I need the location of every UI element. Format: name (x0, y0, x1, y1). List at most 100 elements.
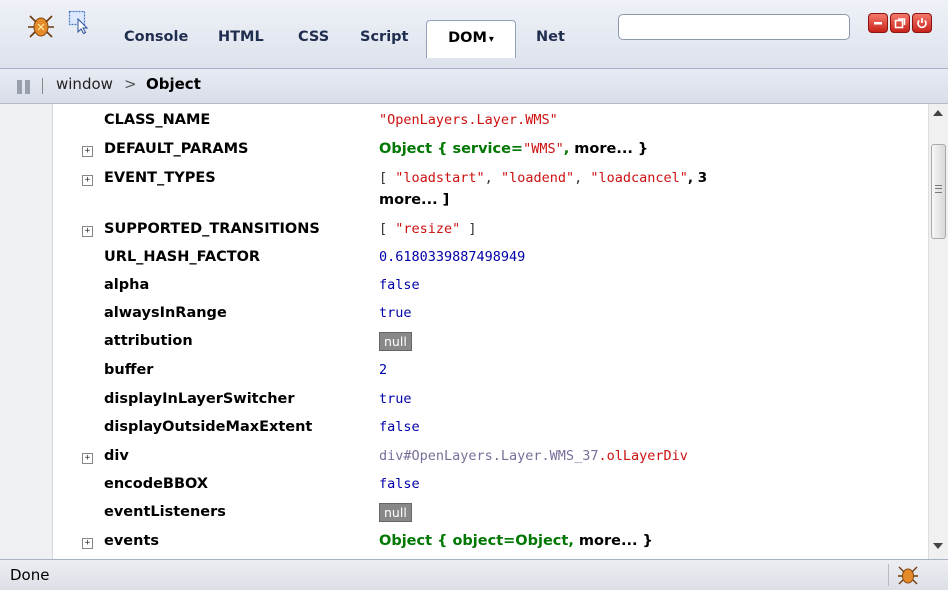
dom-row[interactable]: alpha false (52, 277, 928, 299)
property-value[interactable]: 2 (379, 362, 387, 378)
property-name: displayInLayerSwitcher (104, 391, 295, 407)
scrollbar-thumb[interactable] (931, 144, 946, 239)
dom-row[interactable]: + div div#OpenLayers.Layer.WMS_37.olLaye… (52, 448, 928, 470)
property-value[interactable]: "OpenLayers.Layer.WMS" (379, 112, 558, 128)
expand-icon[interactable]: + (82, 453, 93, 464)
value-part: object=Object (452, 533, 569, 549)
property-name: alwaysInRange (104, 305, 227, 321)
breadcrumb-separator: > (124, 75, 137, 93)
value-part: Object { (379, 533, 453, 549)
restore-button[interactable] (890, 13, 910, 33)
restore-icon (894, 18, 906, 29)
dom-row[interactable]: CLASS_NAME "OpenLayers.Layer.WMS" (52, 112, 928, 134)
property-name: div (104, 448, 129, 464)
firebug-icon[interactable] (26, 10, 56, 40)
tab-css[interactable]: CSS (290, 20, 337, 54)
dom-row[interactable]: eventListeners null (52, 503, 928, 526)
firebug-status-icon[interactable] (896, 563, 920, 587)
value-part: , (574, 170, 591, 186)
property-value[interactable]: true (379, 305, 412, 321)
property-value[interactable]: [ "resize" ] (379, 221, 477, 237)
chevron-down-icon[interactable]: ▾ (489, 34, 494, 45)
property-name: EVENT_TYPES (104, 170, 216, 186)
dom-row[interactable]: + DEFAULT_PARAMS Object { service="WMS",… (52, 141, 928, 163)
minimize-button[interactable] (868, 13, 888, 33)
tab-dom-label: DOM (448, 30, 487, 46)
tab-html[interactable]: HTML (210, 20, 272, 54)
property-value[interactable]: null (379, 332, 412, 351)
close-button[interactable] (912, 13, 932, 33)
value-part: , (568, 533, 579, 549)
dom-row[interactable]: displayInLayerSwitcher true (52, 391, 928, 413)
value-part: "loadcancel" (590, 170, 688, 186)
status-text: Done (10, 566, 50, 584)
breadcrumb-current[interactable]: Object (146, 75, 201, 93)
property-name: alpha (104, 277, 150, 293)
tab-dom[interactable]: DOM ▾ (426, 20, 516, 58)
expand-icon[interactable]: + (82, 175, 93, 186)
value-part: service= (452, 141, 524, 157)
property-name: CLASS_NAME (104, 112, 211, 128)
inspect-icon[interactable] (68, 10, 92, 34)
property-value[interactable]: Object { object=Object, more... } (379, 533, 653, 549)
vertical-scrollbar[interactable] (928, 104, 948, 559)
dom-row[interactable]: + EVENT_TYPES [ "loadstart", "loadend", … (52, 170, 928, 214)
dom-row[interactable]: buffer 2 (52, 362, 928, 384)
tab-console[interactable]: Console (116, 20, 196, 54)
property-name: events (104, 533, 160, 549)
property-value[interactable]: 0.6180339887498949 (379, 249, 525, 265)
scroll-up-icon[interactable] (933, 110, 943, 116)
breadcrumb-window[interactable]: window (56, 75, 113, 93)
breadcrumb: window > Object (0, 69, 948, 104)
property-value[interactable]: true (379, 391, 412, 407)
null-badge: null (379, 332, 412, 351)
search-input[interactable] (618, 14, 850, 40)
property-name: attribution (104, 333, 193, 349)
property-value[interactable]: div#OpenLayers.Layer.WMS_37.olLayerDiv (379, 448, 688, 464)
value-part: more... } (578, 533, 653, 549)
value-part: Object { (379, 141, 453, 157)
status-bar: Done (0, 559, 948, 590)
property-name: URL_HASH_FACTOR (104, 249, 261, 265)
property-name: encodeBBOX (104, 476, 209, 492)
property-name: SUPPORTED_TRANSITIONS (104, 221, 320, 237)
expand-icon[interactable]: + (82, 226, 93, 237)
dom-row[interactable]: displayOutsideMaxExtent false (52, 419, 928, 441)
property-value[interactable]: false (379, 277, 420, 293)
tab-net[interactable]: Net (528, 20, 573, 54)
property-name: buffer (104, 362, 154, 378)
grip-icon (935, 185, 942, 193)
value-part: more... } (574, 141, 649, 157)
property-value[interactable]: null (379, 503, 412, 522)
dom-row[interactable]: alwaysInRange true (52, 305, 928, 327)
value-part: ] (460, 221, 477, 237)
expand-icon[interactable]: + (82, 146, 93, 157)
property-value[interactable]: false (379, 419, 420, 435)
value-part: [ (379, 170, 396, 186)
property-value[interactable]: [ "loadstart", "loadend", "loadcancel", … (379, 170, 707, 186)
status-divider (888, 564, 889, 586)
toolbar: Console HTML CSS Script DOM ▾ Net (0, 0, 948, 69)
property-name: displayOutsideMaxExtent (104, 419, 313, 435)
power-icon (917, 18, 927, 29)
value-part: .olLayerDiv (598, 448, 688, 464)
dom-row[interactable]: encodeBBOX false (52, 476, 928, 498)
value-part: "loadstart" (395, 170, 485, 186)
dom-row[interactable]: URL_HASH_FACTOR 0.6180339887498949 (52, 249, 928, 271)
pause-icon[interactable] (17, 80, 31, 94)
dom-row[interactable]: + SUPPORTED_TRANSITIONS [ "resize" ] (52, 221, 928, 243)
property-value[interactable]: false (379, 476, 420, 492)
value-part: "resize" (395, 221, 461, 237)
tab-script[interactable]: Script (352, 20, 416, 54)
dom-gutter (0, 104, 53, 559)
property-name: eventListeners (104, 504, 226, 520)
value-part: "loadend" (500, 170, 575, 186)
null-badge: null (379, 503, 412, 522)
dom-row[interactable]: attribution null (52, 332, 928, 355)
property-value[interactable]: Object { service="WMS", more... } (379, 141, 648, 157)
breadcrumb-divider (42, 78, 43, 94)
property-value-continued[interactable]: more... ] (379, 192, 449, 208)
scroll-down-icon[interactable] (933, 543, 943, 549)
dom-row[interactable]: + events Object { object=Object, more...… (52, 533, 928, 555)
expand-icon[interactable]: + (82, 538, 93, 549)
